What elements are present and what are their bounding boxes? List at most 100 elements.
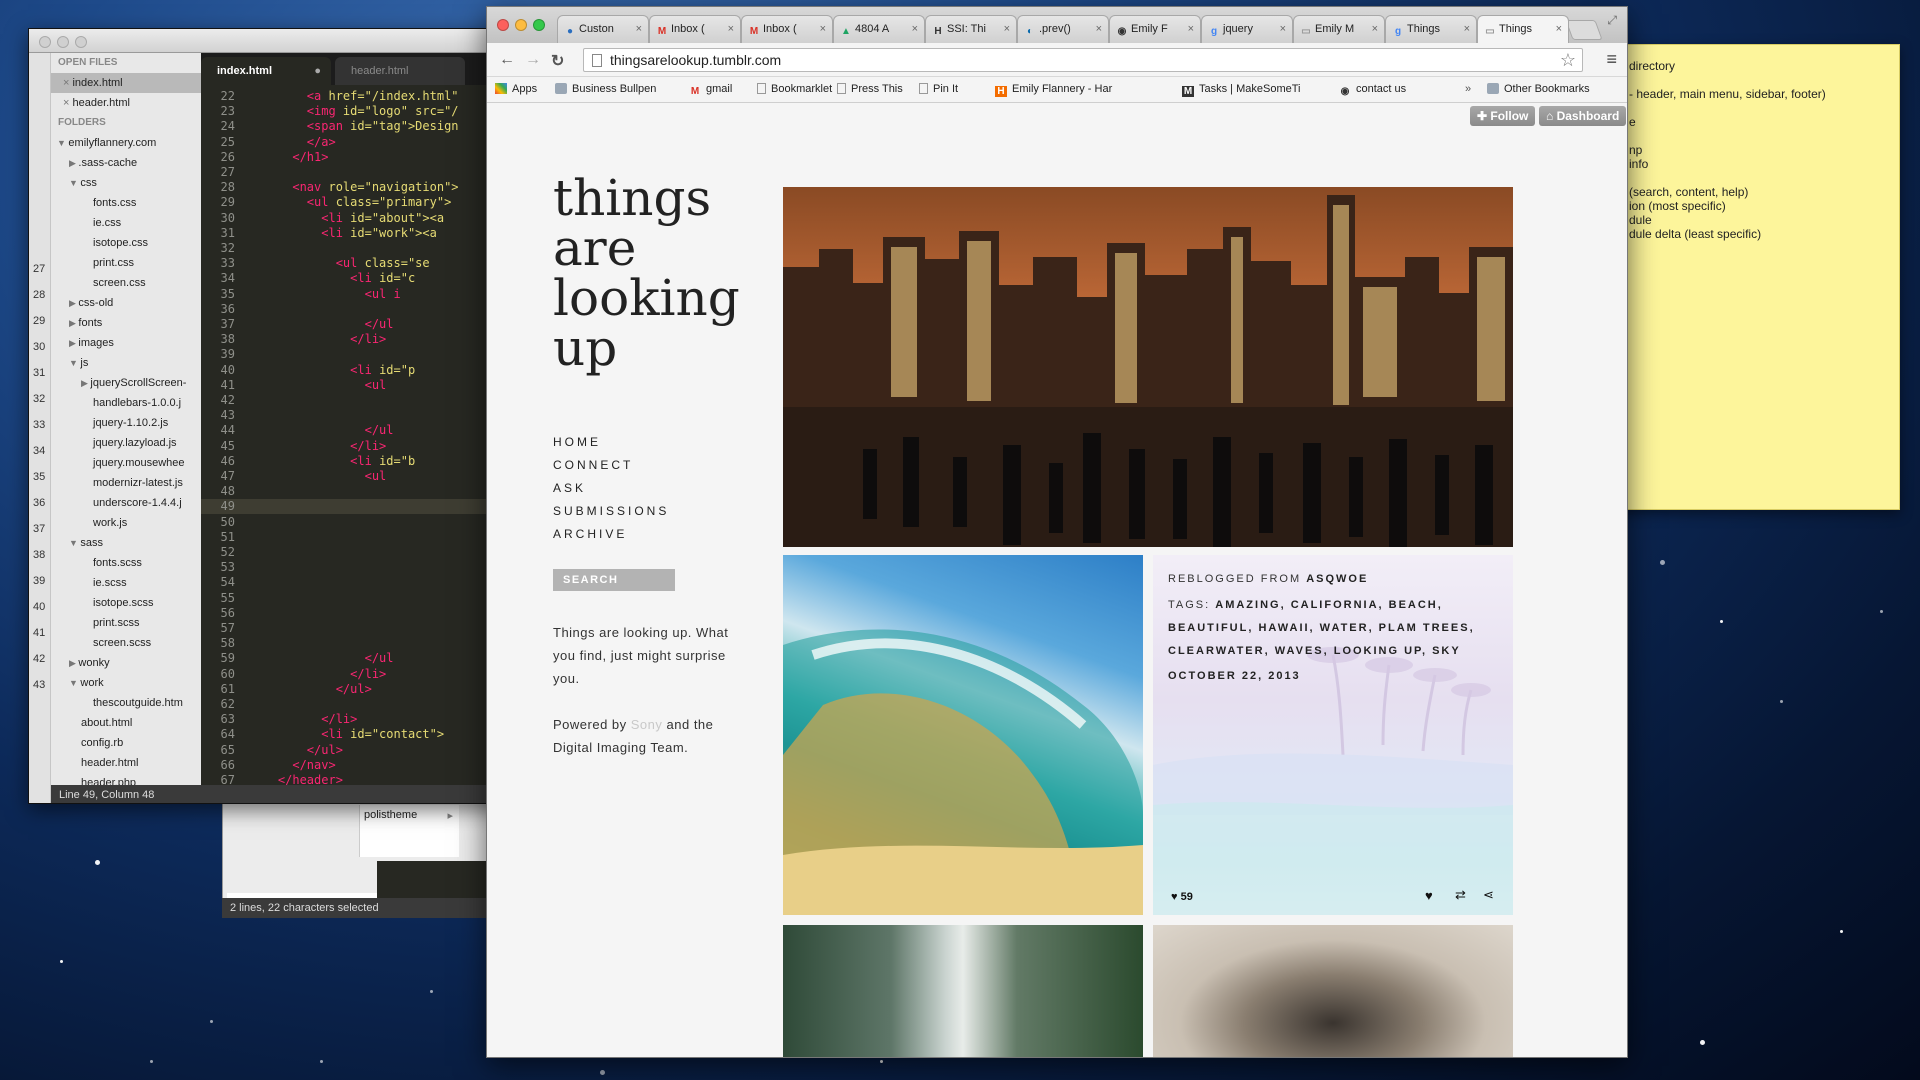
tree-item[interactable]: ▶ css-old [51,293,201,313]
tree-item[interactable]: header.html [51,753,201,773]
tags-line-2[interactable]: BEAUTIFUL, HAWAII, WATER, PLAM TREES, [1168,622,1475,634]
tree-item[interactable]: ▶ images [51,333,201,353]
bookmarks-overflow-button[interactable]: » [1465,83,1471,95]
editor-tab-header[interactable]: header.html [335,57,465,85]
tree-item[interactable]: modernizr-latest.js [51,473,201,493]
open-file-item[interactable]: × index.html [51,73,201,93]
browser-window[interactable]: ⤢ ● Custon × M Inbox (× M Inbox (× ▲ 4804 A × H SSI… [486,6,1628,1058]
tree-item[interactable]: isotope.scss [51,593,201,613]
share-icon[interactable]: ⋖ [1483,887,1494,903]
browser-tab[interactable]: ▭ Emily M × [1293,15,1385,43]
close-tab-icon[interactable]: × [1464,23,1470,35]
browser-tab[interactable]: M Inbox (× [649,15,741,43]
zoom-button[interactable] [75,36,87,48]
sony-link[interactable]: Sony [631,717,663,732]
tree-item[interactable]: screen.css [51,273,201,293]
browser-tab[interactable]: ◐ .prev() × [1017,15,1109,43]
menu-item-ask[interactable]: ASK [553,477,669,500]
tree-item[interactable]: jquery-1.10.2.js [51,413,201,433]
disclosure-closed-icon[interactable]: ▶ [69,298,78,308]
close-tab-icon[interactable]: × [1372,23,1378,35]
fullscreen-icon[interactable]: ⤢ [1607,13,1617,28]
tree-item[interactable]: fonts.css [51,193,201,213]
address-bar[interactable]: thingsarelookup.tumblr.com ☆ [583,48,1583,72]
reload-button[interactable]: ↻ [551,51,564,71]
bookmark-item[interactable]: Press This [837,83,903,95]
bookmark-item[interactable]: M Tasks | MakeSomeTi [1182,83,1300,97]
editor-titlebar[interactable] [29,29,527,53]
tree-item[interactable]: ▼ css [51,173,201,193]
close-tab-icon[interactable]: × [728,23,734,35]
other-bookmarks[interactable]: Other Bookmarks [1487,83,1590,95]
photo-wave[interactable] [783,555,1143,915]
close-tab-icon[interactable]: × [1096,23,1102,35]
browser-tab[interactable]: ▲ 4804 A × [833,15,925,43]
browser-tab[interactable]: g jquery × [1201,15,1293,43]
tree-item[interactable]: about.html [51,713,201,733]
bookmark-item[interactable]: Bookmarklet [757,83,832,95]
disclosure-closed-icon[interactable]: ▶ [69,658,78,668]
browser-tab[interactable]: ◉ Emily F × [1109,15,1201,43]
browser-tab[interactable]: g Things × [1385,15,1477,43]
search-input[interactable]: SEARCH [553,569,675,591]
tree-item[interactable]: fonts.scss [51,553,201,573]
text-post[interactable]: REBLOGGED FROM ASQWOE TAGS: AMAZING, CAL… [1153,555,1513,915]
tree-item[interactable]: ie.scss [51,573,201,593]
tree-item[interactable]: jquery.mousewhee [51,453,201,473]
minimize-button[interactable] [57,36,69,48]
tree-item[interactable]: print.scss [51,613,201,633]
photo-waterfall[interactable] [783,925,1143,1057]
tree-item[interactable]: underscore-1.4.4.j [51,493,201,513]
browser-tab[interactable]: ▭ Things × [1477,15,1569,44]
menu-icon[interactable]: ≡ [1606,49,1617,70]
tree-item[interactable]: handlebars-1.0.0.j [51,393,201,413]
close-tab-icon[interactable]: × [1556,23,1562,35]
close-tab-icon[interactable]: × [1004,23,1010,35]
disclosure-closed-icon[interactable]: ▶ [69,158,78,168]
close-button[interactable] [39,36,51,48]
tree-item[interactable]: ▶ wonky [51,653,201,673]
tree-item[interactable]: ▶ .sass-cache [51,153,201,173]
note-count[interactable]: ♥ 59 [1171,891,1193,903]
close-tab-icon[interactable]: × [1188,23,1194,35]
tree-item[interactable]: ie.css [51,213,201,233]
back-button[interactable]: ← [499,51,515,69]
disclosure-open-icon[interactable]: ▼ [69,678,80,688]
tree-item[interactable]: ▼ sass [51,533,201,553]
disclosure-open-icon[interactable]: ▼ [69,358,80,368]
open-file-item[interactable]: × header.html [51,93,201,113]
tree-item[interactable]: thescoutguide.htm [51,693,201,713]
close-tab-icon[interactable]: × [636,23,642,35]
forward-button[interactable]: → [525,51,541,69]
reblog-source-link[interactable]: ASQWOE [1306,573,1368,585]
tree-item[interactable]: screen.scss [51,633,201,653]
disclosure-closed-icon[interactable]: ▶ [69,318,78,328]
disclosure-open-icon[interactable]: ▼ [69,178,80,188]
tree-item[interactable]: ▶ jqueryScrollScreen- [51,373,201,393]
tree-item[interactable]: config.rb [51,733,201,753]
bookmark-item[interactable]: ◉ contact us [1339,83,1407,97]
sticky-note[interactable]: directory - header, main menu, sidebar, f… [1610,44,1900,510]
minimize-button[interactable] [515,19,527,31]
dashboard-button[interactable]: ⌂ Dashboard [1539,106,1627,126]
close-tab-icon[interactable]: × [912,23,918,35]
photo-city-skyline[interactable] [783,187,1513,547]
disclosure-open-icon[interactable]: ▼ [57,138,68,148]
background-window-tab[interactable]: polistheme ▸ [359,805,459,857]
post-date[interactable]: OCTOBER 22, 2013 [1168,670,1301,682]
like-icon[interactable]: ♥ [1425,888,1433,903]
tree-item[interactable]: print.css [51,253,201,273]
star-icon[interactable]: ☆ [1560,50,1576,71]
tree-item[interactable]: isotope.css [51,233,201,253]
bookmark-item[interactable]: Business Bullpen [555,83,656,95]
menu-item-home[interactable]: HOME [553,431,669,454]
bookmark-item[interactable]: Mgmail [689,83,732,97]
browser-tab[interactable]: M Inbox (× [741,15,833,43]
bookmark-item[interactable]: H Emily Flannery - Har [995,83,1112,97]
photo-sculpture[interactable] [1153,925,1513,1057]
browser-tab[interactable]: ● Custon × [557,15,649,43]
zoom-button[interactable] [533,19,545,31]
disclosure-open-icon[interactable]: ▼ [69,538,80,548]
menu-item-connect[interactable]: CONNECT [553,454,669,477]
menu-item-archive[interactable]: ARCHIVE [553,523,669,546]
